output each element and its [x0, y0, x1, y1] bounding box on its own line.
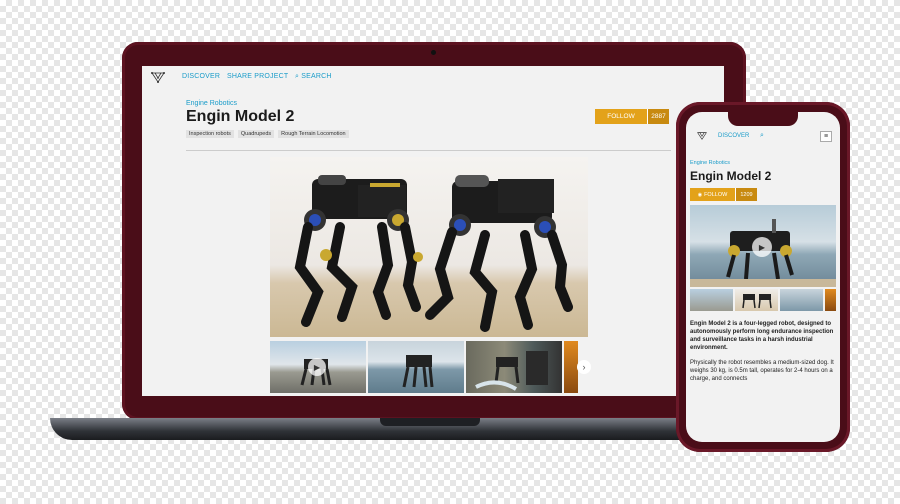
robots-thumbnail-image	[742, 294, 772, 309]
laptop-camera	[431, 50, 436, 55]
rss-icon: ◉	[697, 191, 703, 198]
site-logo-icon[interactable]	[696, 130, 708, 141]
follow-button[interactable]: FOLLOW 2887	[595, 109, 669, 124]
phone-notch	[728, 112, 798, 126]
mobile-follow-label: FOLLOW	[704, 191, 728, 198]
site-logo-icon[interactable]	[150, 70, 166, 84]
mobile-screen: DISCOVER ⌕ ≡ Engine Robotics Engin Model…	[686, 112, 840, 442]
thumbnail-sea[interactable]	[368, 341, 464, 393]
desktop-nav: DISCOVER SHARE PROJECT ⌕ SEARCH	[142, 66, 724, 88]
page-title: Engin Model 2	[186, 108, 295, 125]
follow-label: FOLLOW	[595, 109, 647, 124]
nav-search[interactable]: ⌕ SEARCH	[295, 73, 332, 81]
hero-image[interactable]	[270, 157, 588, 337]
hamburger-icon[interactable]: ≡	[820, 131, 832, 142]
mobile-follow-label-wrap: ◉ FOLLOW	[690, 188, 735, 201]
robot-sea-image	[402, 355, 434, 388]
next-arrow-icon[interactable]: ›	[577, 360, 591, 374]
mobile-thumbnail-sea[interactable]	[780, 289, 823, 311]
desktop-screen: DISCOVER SHARE PROJECT ⌕ SEARCH Engine R…	[142, 66, 724, 396]
mobile-follower-count: 1209	[735, 188, 757, 201]
laptop-trackpad-notch	[380, 418, 480, 426]
mobile-thumbnail-beach[interactable]	[690, 289, 733, 311]
thumbnail-tunnel[interactable]	[466, 341, 562, 393]
company-link[interactable]: Engine Robotics	[186, 100, 349, 107]
thumbnail-video[interactable]: ▶	[270, 341, 366, 393]
mobile-follow-button[interactable]: ◉ FOLLOW 1209	[690, 188, 757, 201]
mobile-company-link[interactable]: Engine Robotics	[690, 160, 730, 166]
tag-inspection-robots[interactable]: Inspection robots	[186, 130, 234, 138]
description-body: Physically the robot resembles a medium-…	[690, 360, 834, 382]
tag-rough-terrain[interactable]: Rough Terrain Locomotion	[278, 130, 349, 138]
tag-list: Inspection robots Quadrupeds Rough Terra…	[186, 130, 349, 138]
description-lead: Engin Model 2 is a four-legged robot, de…	[690, 321, 834, 351]
nav-discover[interactable]: DISCOVER	[182, 73, 220, 80]
project-header: Engine Robotics Engin Model 2 Inspection…	[186, 100, 349, 138]
mobile-thumbnail-strip	[690, 289, 836, 311]
play-icon[interactable]: ▶	[308, 358, 326, 376]
thumbnail-partial[interactable]	[564, 341, 578, 393]
follower-count: 2887	[647, 109, 669, 124]
play-icon[interactable]: ▶	[752, 237, 772, 257]
mobile-description: Engin Model 2 is a four-legged robot, de…	[690, 320, 836, 390]
mobile-hero-video[interactable]: ▶	[690, 205, 836, 287]
mobile-thumbnail-partial[interactable]	[825, 289, 836, 311]
quadruped-robots-image	[294, 175, 573, 332]
tag-quadrupeds[interactable]: Quadrupeds	[237, 130, 275, 138]
mobile-page-title: Engin Model 2	[690, 169, 772, 183]
robot-tunnel-image	[475, 351, 548, 391]
search-icon[interactable]: ⌕	[760, 132, 764, 140]
nav-search-label: SEARCH	[301, 73, 332, 80]
divider	[186, 150, 671, 151]
thumbnail-strip: ▶	[270, 341, 578, 393]
mobile-thumbnail-robots[interactable]	[735, 289, 778, 311]
nav-share-project[interactable]: SHARE PROJECT	[227, 73, 288, 80]
mobile-nav-discover[interactable]: DISCOVER	[718, 133, 749, 139]
search-icon: ⌕	[295, 73, 300, 80]
